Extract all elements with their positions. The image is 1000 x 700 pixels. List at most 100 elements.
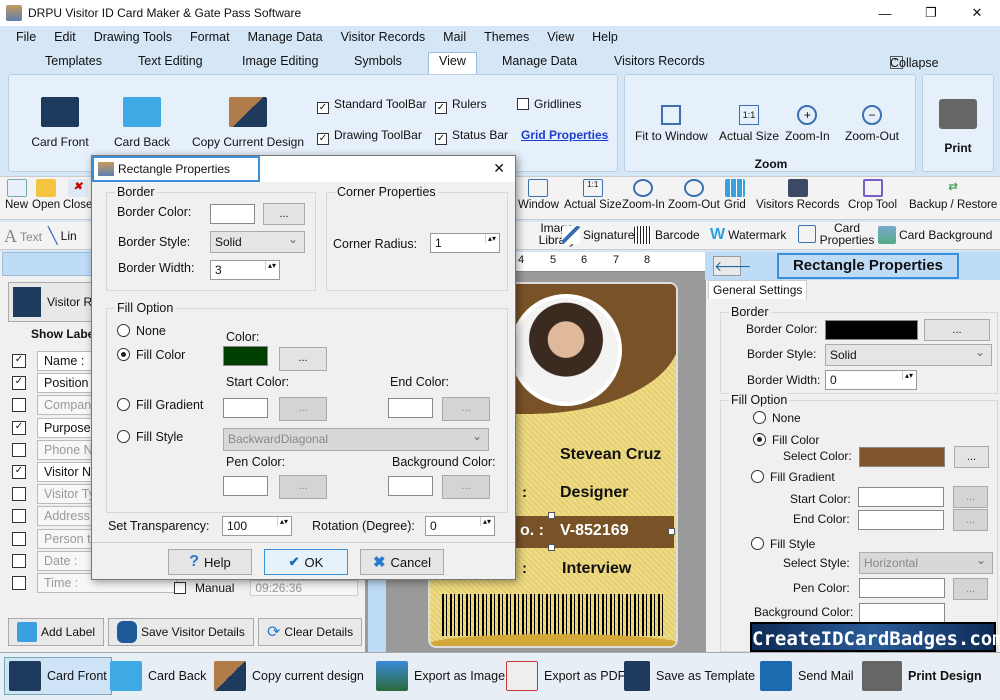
right-background-color-swatch[interactable] <box>859 603 945 623</box>
right-style-select[interactable]: Horizontal <box>859 550 993 574</box>
dialog-close-button[interactable]: ✕ <box>493 160 505 177</box>
resize-handle[interactable] <box>548 544 555 551</box>
dialog-start-color-button[interactable]: ... <box>279 397 327 421</box>
visitors-records-tool[interactable]: Visitors Records <box>756 179 840 211</box>
zoom-out-tool[interactable]: Zoom-Out <box>668 179 720 211</box>
right-fill-gradient-radio[interactable]: Fill Gradient <box>751 470 835 484</box>
close-button[interactable]: ✕ <box>954 0 1000 26</box>
zoom-out-button[interactable]: − Zoom-Out <box>845 105 899 143</box>
copy-current-design-button[interactable]: Copy Current Design <box>189 97 307 149</box>
tab-symbols[interactable]: Symbols <box>354 54 402 68</box>
text-tool[interactable]: A Text <box>4 226 42 247</box>
right-border-width-input[interactable]: 0 <box>825 370 917 390</box>
new-button[interactable]: New <box>5 179 28 211</box>
dialog-end-color-button[interactable]: ... <box>442 397 490 421</box>
cancel-button[interactable]: ✖ Cancel <box>360 549 444 575</box>
tab-visitors-records[interactable]: Visitors Records <box>614 54 705 68</box>
gridlines-checkbox[interactable]: Gridlines <box>517 97 581 111</box>
label-checkbox[interactable] <box>12 398 26 413</box>
right-border-style-select[interactable]: Solid <box>825 342 992 366</box>
grid-properties-link[interactable]: Grid Properties <box>521 128 608 142</box>
dialog-background-color-button[interactable]: ... <box>442 475 490 499</box>
save-visitor-details-button[interactable]: Save Visitor Details <box>108 618 254 646</box>
menu-manage-data[interactable]: Manage Data <box>248 30 323 48</box>
crop-tool[interactable]: Crop Tool <box>848 179 897 211</box>
rulers-checkbox[interactable]: ✓ Rulers <box>435 97 487 114</box>
dialog-fill-style-select[interactable]: BackwardDiagonal <box>223 426 489 451</box>
open-button[interactable]: Open <box>32 179 60 211</box>
resize-handle[interactable] <box>548 512 555 519</box>
fit-window-tool[interactable]: Window <box>518 179 559 211</box>
close-file-button[interactable]: ✖ Close <box>63 179 92 211</box>
label-checkbox[interactable] <box>12 509 26 524</box>
right-pen-color-button[interactable]: ... <box>953 578 988 600</box>
dialog-background-color-swatch[interactable] <box>388 476 433 496</box>
zoom-in-button[interactable]: + Zoom-In <box>785 105 830 143</box>
card-properties-tool[interactable]: Card Properties <box>798 222 875 246</box>
export-image-button[interactable]: Export as Image <box>376 661 505 691</box>
menu-file[interactable]: File <box>16 30 36 48</box>
watermark-tool[interactable]: W Watermark <box>710 226 786 244</box>
actual-size-tool[interactable]: 1:1 Actual Size <box>564 179 622 211</box>
right-fill-color-swatch[interactable] <box>859 447 945 467</box>
menu-visitor-records[interactable]: Visitor Records <box>341 30 426 48</box>
dialog-pen-color-swatch[interactable] <box>223 476 268 496</box>
menu-themes[interactable]: Themes <box>484 30 529 48</box>
dialog-fill-color-radio[interactable]: Fill Color <box>117 348 185 362</box>
right-end-color-swatch[interactable] <box>858 510 944 530</box>
clear-details-button[interactable]: ⟳ Clear Details <box>258 618 363 646</box>
card-front-button[interactable]: Card Front <box>27 97 93 149</box>
print-button[interactable]: Print <box>933 99 983 155</box>
right-pen-color-swatch[interactable] <box>859 578 945 598</box>
tab-image-editing[interactable]: Image Editing <box>242 54 318 68</box>
label-checkbox[interactable] <box>12 487 26 502</box>
right-none-radio[interactable]: None <box>753 411 801 425</box>
actual-size-button[interactable]: 1:1 Actual Size <box>719 105 779 143</box>
help-button[interactable]: ? Help <box>168 549 252 575</box>
dialog-fill-color-swatch[interactable] <box>223 346 268 366</box>
time-field[interactable]: 09:26:36 <box>250 580 359 596</box>
right-fill-color-radio[interactable]: Fill Color <box>753 433 819 447</box>
right-start-color-button[interactable]: ... <box>953 486 988 508</box>
dialog-pen-color-button[interactable]: ... <box>279 475 327 499</box>
menu-mail[interactable]: Mail <box>443 30 466 48</box>
save-template-button[interactable]: Save as Template <box>624 661 755 691</box>
card-back-button[interactable]: Card Back <box>109 97 175 149</box>
send-mail-button[interactable]: Send Mail <box>760 661 854 691</box>
label-checkbox[interactable] <box>12 442 26 457</box>
ok-button[interactable]: ✔ OK <box>264 549 348 575</box>
signature-tool[interactable]: Signature <box>562 226 634 244</box>
grid-tool[interactable]: Grid <box>724 179 746 211</box>
resize-handle[interactable] <box>668 528 675 535</box>
visitor-records-tab[interactable]: Visitor R <box>8 282 98 322</box>
label-checkbox[interactable]: ✓ <box>12 465 26 479</box>
right-border-color-swatch[interactable] <box>825 320 918 340</box>
rotation-input[interactable]: 0 <box>425 516 495 536</box>
back-arrow-button[interactable]: 🡐 <box>713 256 752 276</box>
dialog-start-color-swatch[interactable] <box>223 398 268 418</box>
card-background-tool[interactable]: Card Background <box>878 226 992 244</box>
menu-format[interactable]: Format <box>190 30 230 48</box>
drawing-toolbar-checkbox[interactable]: ✓ Drawing ToolBar <box>317 128 422 145</box>
manual-time-checkbox[interactable]: Manual 09:26:36 <box>174 580 385 596</box>
tab-templates[interactable]: Templates <box>45 54 102 68</box>
line-tool[interactable]: ╲ Lin <box>48 226 77 246</box>
label-checkbox[interactable]: ✓ <box>12 420 26 435</box>
dialog-border-width-input[interactable]: 3 <box>210 260 280 280</box>
zoom-in-tool[interactable]: Zoom-In <box>622 179 665 211</box>
status-bar-checkbox[interactable]: ✓ Status Bar <box>435 128 508 145</box>
general-settings-tab[interactable]: General Settings <box>708 280 808 299</box>
tab-view[interactable]: View <box>428 52 477 74</box>
right-border-color-button[interactable]: ... <box>924 319 990 341</box>
fit-to-window-button[interactable]: Fit to Window <box>635 105 708 143</box>
dialog-fill-gradient-radio[interactable]: Fill Gradient <box>117 398 203 412</box>
menu-drawing-tools[interactable]: Drawing Tools <box>94 30 172 48</box>
right-fill-color-button[interactable]: ... <box>954 446 989 468</box>
dialog-border-color-button[interactable]: ... <box>263 203 305 225</box>
export-pdf-button[interactable]: Export as PDF <box>506 661 625 691</box>
minimize-button[interactable]: — <box>862 0 908 26</box>
backup-restore-tool[interactable]: ⇄ Backup / Restore <box>909 179 997 211</box>
transparency-input[interactable]: 100 <box>222 516 292 536</box>
dialog-border-style-select[interactable]: Solid <box>210 229 305 253</box>
label-checkbox[interactable]: ✓ <box>12 376 26 391</box>
